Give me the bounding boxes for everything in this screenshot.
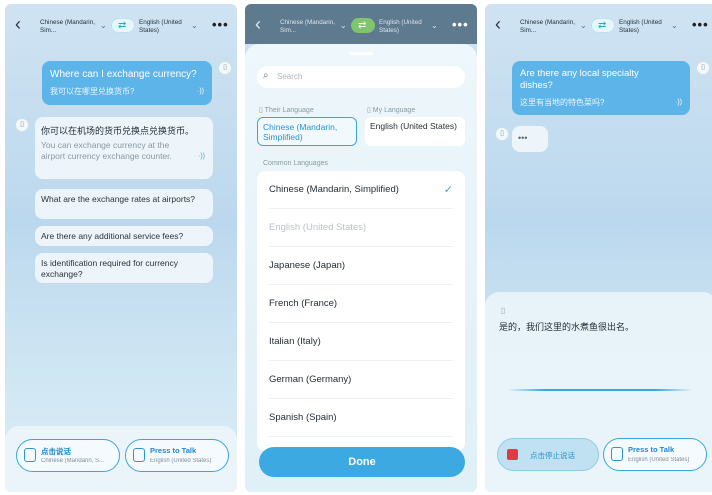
more-options-icon[interactable]: ••• — [692, 17, 709, 32]
my-language-talk-button[interactable]: Press to Talk English (United States) — [603, 438, 707, 471]
more-options-icon[interactable]: ••• — [212, 17, 229, 32]
talk-button-title: Press to Talk — [150, 446, 197, 455]
phone-speak-icon — [24, 448, 36, 462]
language-list: Chinese (Mandarin, Simplified) ✓ English… — [257, 171, 465, 451]
chevron-down-icon[interactable]: ⌄ — [191, 21, 198, 30]
phone-speak-icon — [133, 448, 145, 462]
suggestion-chip[interactable]: Are there any additional service fees? — [35, 226, 213, 246]
their-language-selector[interactable]: Chinese (Mandarin, Sim... — [520, 19, 580, 34]
common-languages-header: Common Languages — [263, 160, 328, 167]
talk-bar: 点击说话 Chinese (Mandarin, S... Press to Ta… — [5, 426, 237, 492]
done-button[interactable]: Done — [259, 447, 465, 477]
user-message-bubble[interactable]: Where can I exchange currency? 我可以在哪里兑换货… — [42, 61, 212, 105]
talk-button-language: English (United States) — [150, 458, 212, 464]
check-icon: ✓ — [443, 184, 453, 196]
chevron-down-icon[interactable]: ⌄ — [340, 21, 347, 30]
language-option[interactable]: Spanish (Spain) — [269, 399, 453, 437]
my-language-header: ▯ My Language — [367, 107, 416, 114]
speaker-avatar-icon: ▯ — [15, 118, 29, 132]
language-option-disabled: English (United States) — [269, 209, 453, 247]
chevron-down-icon[interactable]: ⌄ — [671, 21, 678, 30]
swap-icon: ⇄ — [358, 20, 367, 31]
language-sheet: ⌕ Search ▯ Their Language ▯ My Language … — [245, 44, 477, 492]
stage: ‹ Chinese (Mandarin, Sim... ⌄ ⇄ English … — [0, 0, 712, 495]
language-option[interactable]: German (Germany) — [269, 361, 453, 399]
phone-speak-icon — [611, 447, 623, 461]
back-icon[interactable]: ‹ — [255, 14, 271, 34]
swap-icon: ⇄ — [118, 20, 127, 31]
message-text-zh: 这里有当地的特色菜吗? — [520, 98, 605, 107]
chevron-down-icon[interactable]: ⌄ — [580, 21, 587, 30]
chevron-down-icon[interactable]: ⌄ — [100, 21, 107, 30]
suggestion-chip[interactable]: Is identification required for currency … — [35, 253, 213, 283]
back-icon[interactable]: ‹ — [15, 14, 31, 34]
play-audio-icon[interactable]: ·)) — [197, 88, 204, 95]
language-option[interactable]: Chinese (Mandarin, Simplified) ✓ — [269, 171, 453, 209]
my-language-selector[interactable]: English (United States) — [619, 19, 673, 34]
more-options-icon[interactable]: ••• — [452, 17, 469, 32]
stop-icon — [507, 449, 518, 460]
swap-languages-button[interactable]: ⇄ — [351, 18, 375, 33]
reply-text-zh: 你可以在机场的货币兑换点兑换货币。 — [41, 126, 195, 136]
live-transcript-text: 是的，我们这里的水煮鱼很出名。 — [499, 322, 635, 332]
talk-button-language: Chinese (Mandarin, S... — [41, 458, 105, 464]
swap-languages-button[interactable]: ⇄ — [111, 18, 135, 33]
live-transcript-panel: ▯ 是的，我们这里的水煮鱼很出名。 点击停止说话 Press to Talk E… — [485, 292, 712, 492]
reply-text-en: You can exchange currency at the airport… — [41, 140, 172, 161]
typing-indicator: ••• — [512, 126, 548, 152]
back-icon[interactable]: ‹ — [495, 14, 511, 34]
their-language-selector[interactable]: Chinese (Mandarin, Sim... — [40, 19, 100, 34]
user-message-bubble[interactable]: Are there any local specialty dishes? 这里… — [512, 61, 690, 115]
play-audio-icon[interactable]: ·)) — [675, 99, 682, 106]
speaker-avatar-icon: ▯ — [218, 61, 232, 75]
reply-message-bubble[interactable]: 你可以在机场的货币兑换点兑换货币。 You can exchange curre… — [35, 117, 213, 179]
language-option[interactable]: Japanese (Japan) — [269, 247, 453, 285]
speaker-avatar-icon: ▯ — [501, 306, 506, 315]
swap-languages-button[interactable]: ⇄ — [591, 18, 615, 33]
their-language-talk-button[interactable]: 点击说话 Chinese (Mandarin, S... — [16, 439, 120, 472]
speaker-avatar-icon: ▯ — [495, 127, 509, 141]
my-language-selector[interactable]: English (United States) — [139, 19, 193, 34]
search-placeholder: Search — [277, 72, 303, 81]
audio-waveform-line — [507, 389, 693, 391]
screen-language-picker: ‹ Chinese (Mandarin, Sim... ⌄ ⇄ English … — [245, 4, 477, 492]
their-language-header: ▯ Their Language — [259, 107, 314, 114]
suggestion-text: Is identification required for currency … — [41, 258, 179, 279]
drag-handle[interactable] — [349, 52, 373, 55]
stop-speaking-button[interactable]: 点击停止说话 — [497, 438, 599, 471]
play-audio-icon[interactable]: ·)) — [198, 153, 205, 160]
talk-button-language: English (United States) — [628, 457, 690, 463]
message-text-en: Are there any local specialty dishes? — [520, 68, 639, 91]
swap-icon: ⇄ — [598, 20, 607, 31]
top-bar: ‹ Chinese (Mandarin, Sim... ⌄ ⇄ English … — [5, 4, 237, 44]
suggestion-text: Are there any additional service fees? — [41, 231, 184, 241]
chevron-down-icon[interactable]: ⌄ — [431, 21, 438, 30]
talk-button-title: 点击说话 — [41, 447, 71, 456]
language-option[interactable]: Italian (Italy) — [269, 323, 453, 361]
screen-conversation: ‹ Chinese (Mandarin, Sim... ⌄ ⇄ English … — [5, 4, 237, 492]
top-bar-dimmed: ‹ Chinese (Mandarin, Sim... ⌄ ⇄ English … — [245, 4, 477, 44]
stop-speaking-label: 点击停止说话 — [530, 451, 575, 460]
talk-button-title: Press to Talk — [628, 445, 675, 454]
speaker-avatar-icon: ▯ — [696, 61, 710, 75]
message-text-zh: 我可以在哪里兑换货币? — [50, 87, 135, 96]
my-language-talk-button[interactable]: Press to Talk English (United States) — [125, 439, 229, 472]
my-language-selector[interactable]: English (United States) — [379, 19, 433, 34]
their-language-selector[interactable]: Chinese (Mandarin, Sim... — [280, 19, 340, 34]
top-bar: ‹ Chinese (Mandarin, Sim... ⌄ ⇄ English … — [485, 4, 712, 44]
language-option[interactable]: French (France) — [269, 285, 453, 323]
their-language-box[interactable]: Chinese (Mandarin, Simplified) — [257, 117, 357, 146]
my-language-box[interactable]: English (United States) — [365, 117, 465, 146]
suggestion-chip[interactable]: What are the exchange rates at airports? — [35, 189, 213, 219]
suggestion-text: What are the exchange rates at airports? — [41, 194, 196, 204]
search-icon: ⌕ — [263, 70, 269, 81]
search-input[interactable]: ⌕ Search — [257, 66, 465, 88]
screen-listening: ‹ Chinese (Mandarin, Sim... ⌄ ⇄ English … — [485, 4, 712, 492]
message-text-en: Where can I exchange currency? — [50, 69, 197, 80]
typing-dots: ••• — [518, 133, 528, 143]
